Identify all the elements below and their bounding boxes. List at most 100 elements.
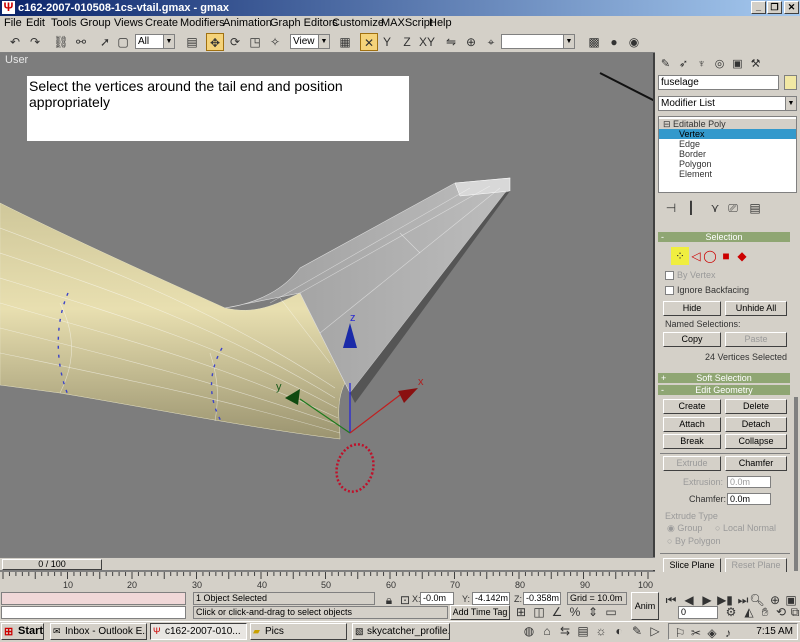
utilities-tab-icon[interactable]: ⚒ <box>747 56 764 72</box>
axis-xy-icon[interactable]: XY <box>418 33 436 51</box>
reset-plane-button[interactable]: Reset Plane <box>725 558 787 572</box>
y-coordinate-field[interactable]: -4.142m <box>472 592 510 605</box>
create-button[interactable]: Create <box>663 399 721 414</box>
panel-scrollbar[interactable] <box>794 397 798 571</box>
display-tab-icon[interactable]: ▣ <box>729 56 746 72</box>
tray-icon[interactable]: ▤ <box>574 622 592 638</box>
align-icon[interactable]: ⊕ <box>462 33 480 51</box>
fuselage-mesh[interactable] <box>0 202 346 440</box>
animate-mode-button[interactable]: Anim <box>631 592 659 620</box>
select-by-name-icon[interactable]: ▤ <box>183 33 201 51</box>
group-radio[interactable]: ◉ Group <box>667 523 702 534</box>
mirror-icon[interactable]: ⇋ <box>442 33 460 51</box>
scale-icon[interactable]: ◳ <box>246 33 264 51</box>
remove-modifier-icon[interactable]: ⎚ <box>724 199 742 217</box>
unhide-all-button[interactable]: Unhide All <box>725 301 787 316</box>
menu-customize[interactable]: Customize <box>332 17 384 30</box>
current-frame-field[interactable]: 0 <box>678 606 718 619</box>
by-vertex-checkbox[interactable] <box>665 271 674 280</box>
restore-button[interactable]: ❐ <box>767 1 782 14</box>
collapse-button[interactable]: Collapse <box>725 434 787 449</box>
selection-filter-dropdown[interactable]: All ▼ <box>135 34 175 49</box>
attach-button[interactable]: Attach <box>663 417 721 432</box>
rotate-icon[interactable]: ⟳ <box>226 33 244 51</box>
axis-y-icon[interactable]: Y <box>378 33 396 51</box>
object-name-field[interactable]: fuselage <box>658 75 779 90</box>
quick-render-icon[interactable]: ◉ <box>625 33 643 51</box>
spinner-snap-icon[interactable]: ⇕ <box>584 603 602 621</box>
menu-modifiers[interactable]: Modifiers <box>180 17 225 30</box>
tray-icon[interactable]: ◐ <box>610 622 628 638</box>
tray-icon[interactable]: ☼ <box>592 622 610 638</box>
selected-vertex-ring[interactable] <box>331 440 378 496</box>
gizmo-x-axis[interactable] <box>349 394 401 434</box>
menu-file[interactable]: File <box>4 17 22 30</box>
tray-icon[interactable]: ▷ <box>646 622 664 638</box>
stack-item-vertex[interactable]: Vertex <box>659 129 796 139</box>
track-bar[interactable]: 10 20 30 40 50 60 70 80 90 100 <box>0 571 655 591</box>
link-icon[interactable]: ⛓ <box>52 33 70 51</box>
object-color-swatch[interactable] <box>784 75 797 90</box>
volume-icon[interactable]: ♪ <box>719 624 737 640</box>
gmax-app-icon[interactable]: Ψ <box>2 1 15 14</box>
region-select-icon[interactable]: ▢ <box>114 33 132 51</box>
maxscript-output-mini[interactable] <box>1 606 186 619</box>
maximize-viewport-icon[interactable]: ⧉ <box>786 603 800 621</box>
hide-button[interactable]: Hide <box>663 301 721 316</box>
unlink-icon[interactable]: ⚯ <box>72 33 90 51</box>
x-coordinate-field[interactable]: -0.0m <box>420 592 454 605</box>
time-slider-thumb[interactable]: 0 / 100 <box>2 559 102 570</box>
angle-snap-icon[interactable]: ∠ <box>548 603 566 621</box>
by-polygon-radio[interactable]: ○ By Polygon <box>667 536 720 547</box>
named-selection-dropdown[interactable]: ▼ <box>501 34 575 49</box>
task-skycatcher[interactable]: ▧ skycatcher_profile... <box>352 623 450 640</box>
stack-item-editable-poly[interactable]: ⊟ Editable Poly <box>659 119 796 129</box>
select-arrow-icon[interactable]: ➚ <box>96 33 114 51</box>
task-gmax[interactable]: Ψ c162-2007-010... <box>150 623 247 640</box>
modify-tab-icon[interactable]: ➶ <box>675 56 692 72</box>
tray-icon[interactable]: ⇆ <box>556 622 574 638</box>
pivot-icon[interactable]: ✧ <box>266 33 284 51</box>
add-time-tag-button[interactable]: Add Time Tag <box>450 605 510 620</box>
task-outlook[interactable]: ✉ Inbox - Outlook E... <box>50 623 147 640</box>
safe-frame-icon[interactable]: ▭ <box>602 603 620 621</box>
time-slider-track[interactable]: 0 / 100 <box>0 557 655 570</box>
viewport-label[interactable]: User <box>5 54 28 66</box>
extrude-button[interactable]: Extrude <box>663 456 721 471</box>
user-viewport[interactable]: z y x User Select the vertices around th… <box>0 53 655 572</box>
maxscript-listener-mini[interactable] <box>1 592 186 605</box>
menu-help[interactable]: Help <box>429 17 452 30</box>
key-mode-icon[interactable]: ⊞ <box>512 603 530 621</box>
tray-icon[interactable]: ✎ <box>628 622 646 638</box>
reference-coord-dropdown[interactable]: View ▼ <box>290 34 330 49</box>
edit-geometry-rollout-header[interactable]: - Edit Geometry <box>658 385 790 395</box>
chamfer-button[interactable]: Chamfer <box>725 456 787 471</box>
stack-item-element[interactable]: Element <box>659 169 796 179</box>
menu-animation[interactable]: Animation <box>223 17 272 30</box>
delete-button[interactable]: Delete <box>725 399 787 414</box>
start-button[interactable]: ⊞ Start <box>1 623 44 640</box>
configure-modifier-sets-icon[interactable]: ▤ <box>746 199 764 217</box>
material-editor-icon[interactable]: ▩ <box>585 33 603 51</box>
redo-icon[interactable]: ↷ <box>26 33 44 51</box>
menu-group[interactable]: Group <box>80 17 111 30</box>
percent-snap-icon[interactable]: % <box>566 603 584 621</box>
axis-constraint-xyz-icon[interactable]: ✕ <box>360 33 378 51</box>
gizmo-x-arrow[interactable] <box>398 388 418 403</box>
slice-plane-button[interactable]: Slice Plane <box>663 558 721 572</box>
move-icon[interactable]: ✥ <box>206 33 224 51</box>
break-button[interactable]: Break <box>663 434 721 449</box>
tray-icon[interactable]: ⌂ <box>538 622 556 638</box>
stack-item-polygon[interactable]: Polygon <box>659 159 796 169</box>
snap-icon[interactable]: ⌖ <box>482 33 500 51</box>
menu-maxscript[interactable]: MAXScript <box>381 17 433 30</box>
close-button[interactable]: ✕ <box>784 1 799 14</box>
render-teapot-icon[interactable]: ● <box>605 33 623 51</box>
menu-views[interactable]: Views <box>114 17 143 30</box>
make-unique-icon[interactable]: ⋎ <box>706 199 724 217</box>
pivot-center-icon[interactable]: ▦ <box>336 33 354 51</box>
tray-icon[interactable]: ◍ <box>520 622 538 638</box>
motion-tab-icon[interactable]: ◎ <box>711 56 728 72</box>
copy-button[interactable]: Copy <box>663 332 721 347</box>
stack-item-edge[interactable]: Edge <box>659 139 796 149</box>
